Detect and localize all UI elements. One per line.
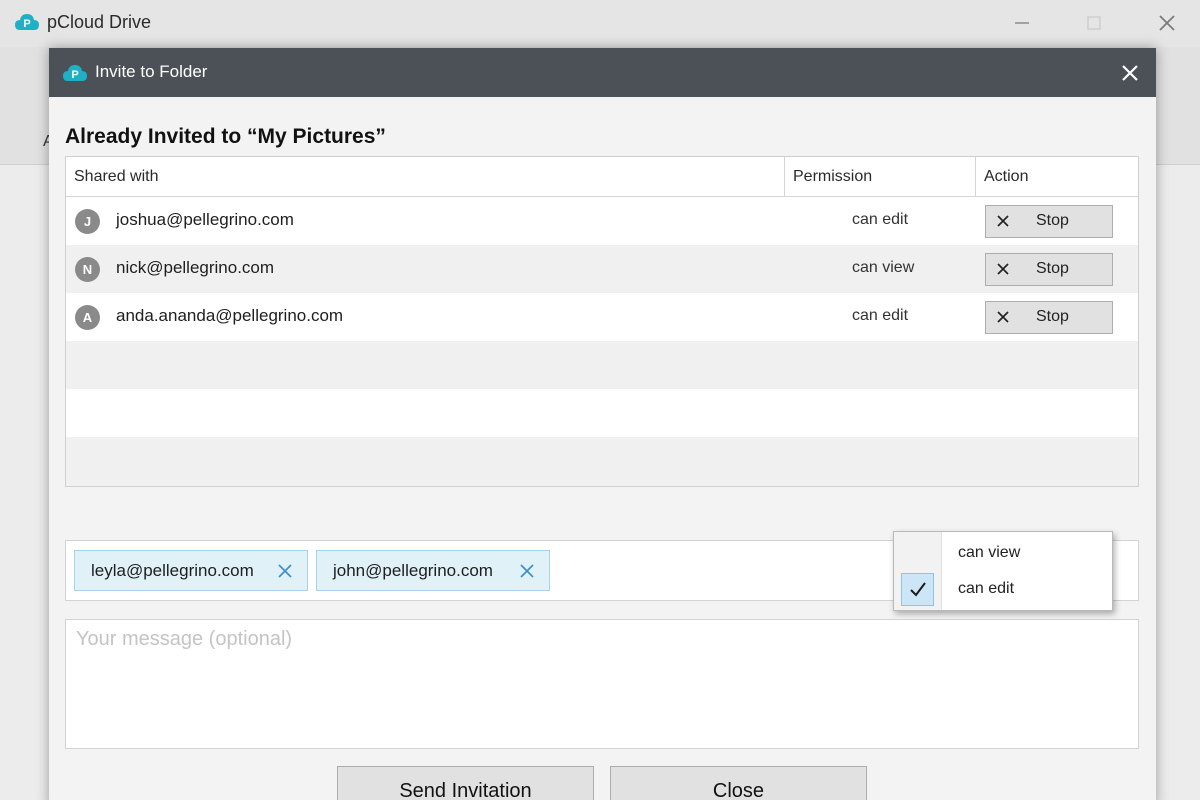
column-header-permission[interactable]: Permission: [785, 157, 976, 196]
table-row-empty: [66, 341, 1138, 389]
column-header-action[interactable]: Action: [976, 157, 1138, 196]
permission-value: can edit: [852, 307, 909, 324]
recipient-chip: leyla@pellegrino.com: [74, 550, 308, 591]
recipient-email: leyla@pellegrino.com: [91, 561, 254, 580]
dialog-title: Invite to Folder: [95, 62, 208, 81]
avatar: J: [75, 209, 100, 234]
stop-button-label: Stop: [1036, 260, 1069, 277]
app-titlebar: P pCloud Drive: [0, 0, 1200, 47]
table-row: J joshua@pellegrino.com can edit Stop: [66, 197, 1138, 245]
dialog-close-icon[interactable]: [1115, 58, 1145, 88]
permission-value: can view: [852, 259, 915, 276]
stop-sharing-button[interactable]: Stop: [985, 205, 1113, 238]
table-row: N nick@pellegrino.com can view Stop: [66, 245, 1138, 293]
close-button[interactable]: Close: [610, 766, 867, 800]
avatar: N: [75, 257, 100, 282]
pcloud-logo-icon: P: [62, 62, 88, 84]
remove-icon[interactable]: [519, 563, 535, 579]
app-title: pCloud Drive: [47, 12, 152, 32]
shared-user-email: nick@pellegrino.com: [116, 258, 275, 277]
svg-text:P: P: [71, 69, 78, 81]
section-heading: Already Invited to “My Pictures”: [65, 125, 386, 148]
stop-sharing-button[interactable]: Stop: [985, 301, 1113, 334]
shared-user-email: joshua@pellegrino.com: [116, 210, 294, 229]
invite-dialog: P Invite to Folder Already Invited to “M…: [49, 48, 1156, 800]
x-icon: [994, 212, 1012, 230]
recipient-email: john@pellegrino.com: [333, 561, 493, 580]
send-invitation-button[interactable]: Send Invitation: [337, 766, 594, 800]
message-input[interactable]: [65, 619, 1139, 749]
dialog-header: P Invite to Folder: [49, 48, 1156, 97]
menu-item-label: can edit: [958, 580, 1015, 597]
shared-with-table: Shared with Permission Action J joshua@p…: [65, 156, 1139, 487]
table-header: Shared with Permission Action: [66, 157, 1138, 197]
table-row: A anda.ananda@pellegrino.com can edit St…: [66, 293, 1138, 341]
menu-item-can-view[interactable]: can view: [894, 534, 1112, 572]
table-row-empty: [66, 437, 1138, 486]
stop-button-label: Stop: [1036, 212, 1069, 229]
recipient-chip: john@pellegrino.com: [316, 550, 550, 591]
stop-sharing-button[interactable]: Stop: [985, 253, 1113, 286]
menu-item-can-edit[interactable]: can edit: [894, 570, 1112, 608]
pcloud-logo-icon: P: [14, 11, 40, 33]
avatar: A: [75, 305, 100, 330]
menu-item-label: can view: [958, 544, 1021, 561]
column-header-shared-with[interactable]: Shared with: [66, 157, 785, 196]
minimize-button[interactable]: [1005, 8, 1039, 38]
permission-value: can edit: [852, 211, 909, 228]
remove-icon[interactable]: [277, 563, 293, 579]
table-row-empty: [66, 389, 1138, 437]
x-icon: [994, 308, 1012, 326]
permission-dropdown-menu: can view can edit: [893, 531, 1113, 611]
window-close-button[interactable]: [1150, 8, 1184, 38]
stop-button-label: Stop: [1036, 308, 1069, 325]
maximize-button[interactable]: [1077, 8, 1111, 38]
x-icon: [994, 260, 1012, 278]
svg-text:P: P: [23, 18, 30, 30]
check-icon: [901, 573, 934, 606]
shared-user-email: anda.ananda@pellegrino.com: [116, 306, 344, 325]
